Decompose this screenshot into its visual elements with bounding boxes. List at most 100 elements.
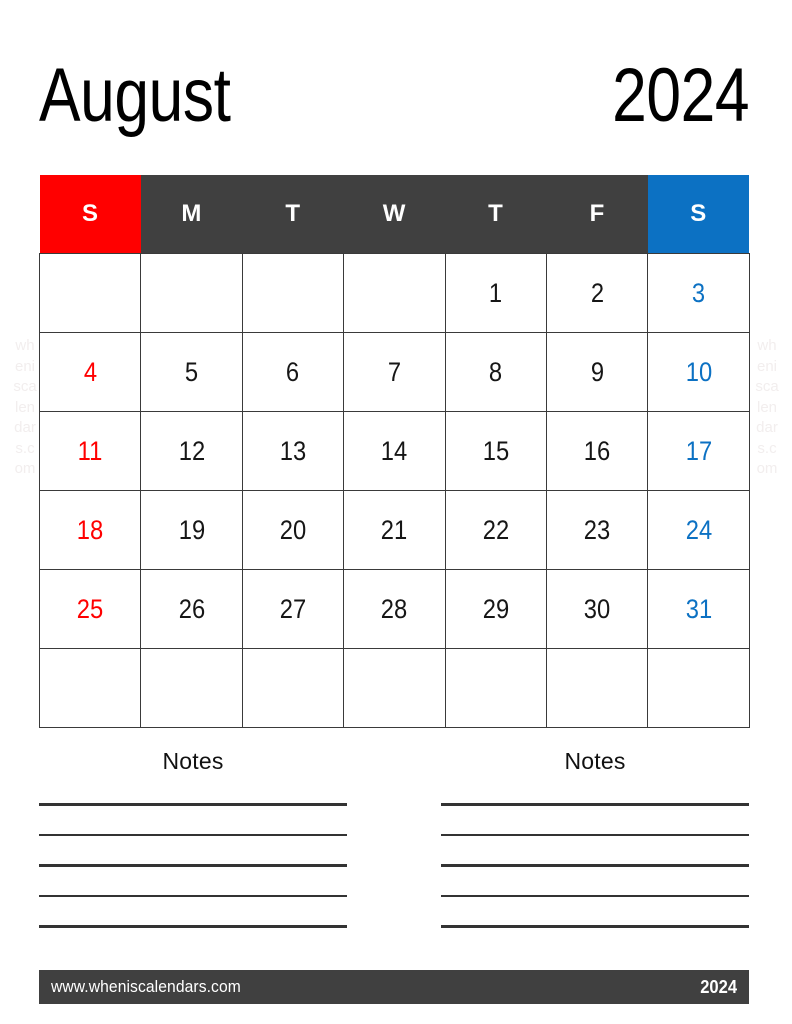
day-number: 23	[583, 514, 611, 545]
day-number: 19	[178, 514, 205, 545]
weekday-header-3: W	[343, 175, 446, 254]
day-cell-29[interactable]: 29	[444, 569, 547, 649]
weekday-header-0: S	[39, 175, 141, 254]
day-cell-25[interactable]: 25	[38, 569, 142, 649]
day-cell-23[interactable]: 23	[545, 490, 649, 570]
watermark-left: wheniscalendars.com	[13, 337, 37, 477]
day-cell-1[interactable]: 1	[444, 253, 547, 333]
day-cell-10[interactable]: 10	[647, 332, 750, 412]
day-cell-26[interactable]: 26	[140, 569, 243, 649]
day-cell-empty[interactable]	[140, 253, 243, 333]
weekday-header-1: M	[140, 175, 243, 254]
weekday-header-row: SMTWTFS	[39, 175, 750, 254]
day-number: 27	[279, 593, 307, 624]
calendar-week-row: 25 26 27 28 29 30 31	[38, 569, 750, 649]
year-title: 2024	[611, 53, 749, 138]
day-cell-27[interactable]: 27	[241, 569, 345, 649]
day-cell-19[interactable]: 19	[140, 490, 243, 570]
calendar-week-row	[38, 648, 750, 728]
calendar-grid: SMTWTFS 1 2 3 4 5 6 7 8 9 10 11 12 13 14 15 16 17 18 19 20 2…	[38, 175, 750, 728]
day-number: 8	[489, 356, 503, 387]
day-cell-2[interactable]: 2	[545, 253, 649, 333]
day-cell-8[interactable]: 8	[444, 332, 547, 412]
day-number: 26	[178, 593, 205, 624]
day-number: 17	[685, 435, 712, 466]
day-cell-empty[interactable]	[343, 253, 446, 333]
day-cell-5[interactable]: 5	[140, 332, 243, 412]
notes-line[interactable]	[39, 894, 347, 897]
footer-bar: www.wheniscalendars.com 2024	[39, 970, 749, 1004]
day-number: 6	[286, 356, 300, 387]
day-number: 10	[685, 356, 712, 387]
day-number: 29	[482, 593, 509, 624]
day-number: 18	[76, 514, 104, 545]
weekday-header-5: F	[546, 175, 648, 254]
day-number: 16	[583, 435, 611, 466]
day-cell-9[interactable]: 9	[545, 332, 649, 412]
day-cell-17[interactable]: 17	[647, 411, 750, 491]
day-cell-6[interactable]: 6	[241, 332, 345, 412]
day-number: 31	[685, 593, 712, 624]
day-cell-empty[interactable]	[140, 648, 243, 728]
day-cell-22[interactable]: 22	[444, 490, 547, 570]
weekday-header-4: T	[445, 175, 547, 254]
day-number: 11	[77, 435, 103, 466]
day-cell-21[interactable]: 21	[343, 490, 446, 570]
day-cell-28[interactable]: 28	[343, 569, 446, 649]
notes-line[interactable]	[39, 803, 347, 806]
notes-lines-left	[39, 803, 347, 928]
day-cell-3[interactable]: 3	[647, 253, 750, 333]
day-cell-31[interactable]: 31	[647, 569, 750, 649]
day-cell-13[interactable]: 13	[241, 411, 345, 491]
calendar-header: SMTWTFS	[39, 175, 750, 254]
day-number: 9	[590, 356, 604, 387]
calendar-week-row: 18 19 20 21 22 23 24	[38, 490, 750, 570]
calendar-week-row: 1 2 3	[38, 253, 750, 333]
watermark-right: wheniscalendars.com	[755, 337, 779, 477]
day-number: 15	[482, 435, 509, 466]
notes-section: Notes Notes	[39, 748, 749, 948]
notes-line[interactable]	[441, 803, 749, 806]
footer-url[interactable]: www.wheniscalendars.com	[51, 977, 241, 997]
day-number: 21	[381, 514, 408, 545]
day-cell-12[interactable]: 12	[140, 411, 243, 491]
day-number: 28	[381, 593, 408, 624]
day-cell-18[interactable]: 18	[38, 490, 142, 570]
day-cell-empty[interactable]	[241, 648, 345, 728]
day-number: 13	[279, 435, 307, 466]
day-cell-14[interactable]: 14	[343, 411, 446, 491]
day-cell-24[interactable]: 24	[647, 490, 750, 570]
notes-line[interactable]	[441, 925, 749, 928]
day-cell-empty[interactable]	[343, 648, 446, 728]
day-cell-7[interactable]: 7	[343, 332, 446, 412]
notes-line[interactable]	[441, 894, 749, 897]
notes-block-left: Notes	[39, 748, 347, 948]
calendar-week-row: 11 12 13 14 15 16 17	[38, 411, 750, 491]
day-cell-empty[interactable]	[38, 253, 142, 333]
notes-lines-right	[441, 803, 749, 928]
day-cell-16[interactable]: 16	[545, 411, 649, 491]
day-cell-11[interactable]: 11	[38, 411, 142, 491]
day-cell-empty[interactable]	[647, 648, 750, 728]
notes-line[interactable]	[39, 833, 347, 836]
day-cell-30[interactable]: 30	[545, 569, 649, 649]
day-cell-4[interactable]: 4	[38, 332, 142, 412]
notes-line[interactable]	[39, 864, 347, 867]
day-number: 7	[387, 356, 401, 387]
notes-line[interactable]	[39, 925, 347, 928]
notes-title-left: Notes	[162, 748, 224, 774]
day-cell-empty[interactable]	[38, 648, 142, 728]
day-number: 5	[184, 356, 199, 387]
notes-block-right: Notes	[441, 748, 749, 948]
day-number: 24	[685, 514, 712, 545]
day-cell-20[interactable]: 20	[241, 490, 345, 570]
day-number: 20	[279, 514, 307, 545]
day-cell-15[interactable]: 15	[444, 411, 547, 491]
calendar-page: August 2024 wheniscalendars.com whenisca…	[0, 0, 792, 1024]
notes-line[interactable]	[441, 864, 749, 867]
day-cell-empty[interactable]	[241, 253, 345, 333]
notes-line[interactable]	[441, 833, 749, 836]
day-number: 30	[583, 593, 611, 624]
day-cell-empty[interactable]	[545, 648, 649, 728]
day-cell-empty[interactable]	[444, 648, 547, 728]
